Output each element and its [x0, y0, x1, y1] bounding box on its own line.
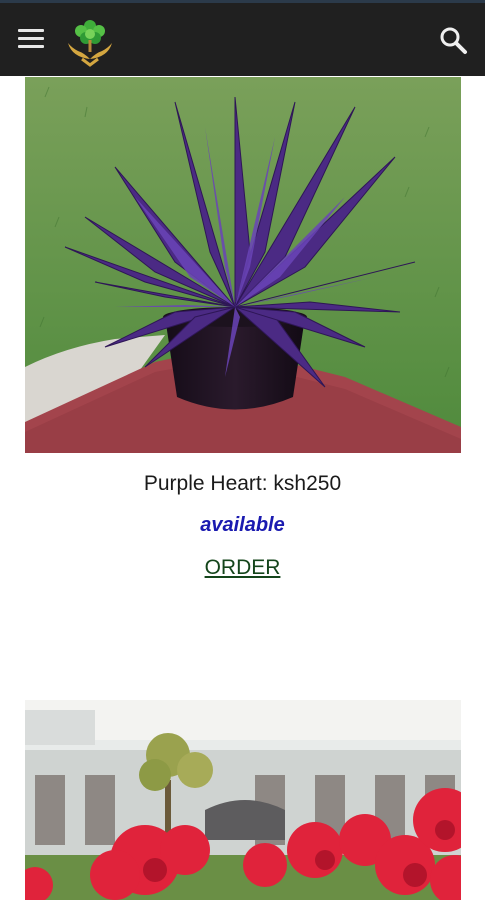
tree-in-hands-logo[interactable] — [62, 13, 118, 69]
purple-heart-plant-photo — [25, 77, 461, 453]
product-title: Purple Heart: ksh250 — [143, 472, 342, 495]
hamburger-menu-icon[interactable] — [18, 29, 46, 51]
red-canna-flowers-photo — [25, 700, 461, 900]
search-icon[interactable] — [438, 25, 468, 55]
app-header — [0, 0, 485, 76]
availability-status: available — [200, 514, 285, 536]
order-link[interactable]: ORDER — [0, 556, 485, 580]
product-image[interactable] — [25, 77, 461, 453]
product-image[interactable] — [25, 700, 461, 900]
